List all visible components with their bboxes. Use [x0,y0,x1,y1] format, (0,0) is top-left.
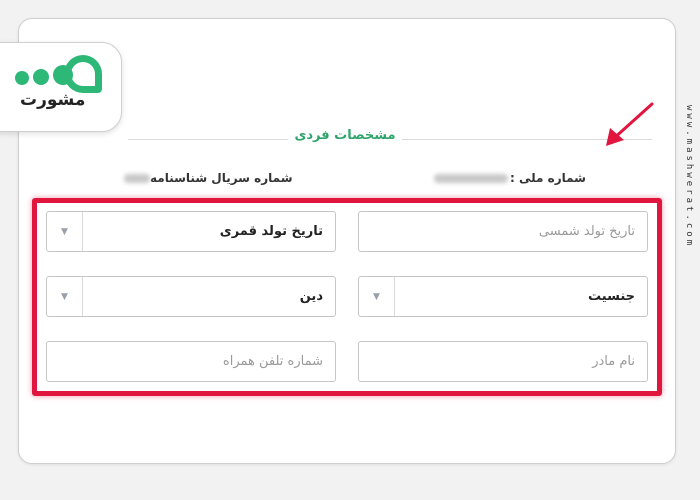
annotation-arrow-icon [606,102,654,146]
section-title: مشخصات فردی [294,128,396,143]
brand-name: مشورت [20,90,86,110]
birth-date-solar-field[interactable]: تاریخ تولد شمسی [358,211,648,252]
serial-label: شماره سریال شناسنامه [150,171,293,185]
mobile-number-placeholder: شماره تلفن همراه [222,354,323,369]
mobile-number-field[interactable]: شماره تلفن همراه [46,341,336,382]
mother-name-field[interactable]: نام مادر [358,341,648,382]
watermark: www.mashwerat.com [684,105,694,249]
chevron-down-icon[interactable]: ▼ [47,212,83,251]
logo-dot [15,71,29,85]
religion-select[interactable]: دین ▼ [46,276,336,317]
chevron-down-icon[interactable]: ▼ [359,277,395,316]
national-id-value-blurred [434,174,508,183]
logo-dot [33,69,49,85]
religion-value: دین [299,289,323,304]
birth-date-lunar-select[interactable]: تاریخ تولد قمری ▼ [46,211,336,252]
national-id-label: شماره ملی : [510,171,586,185]
divider [128,139,288,140]
birth-date-lunar-value: تاریخ تولد قمری [219,224,323,239]
birth-date-solar-placeholder: تاریخ تولد شمسی [538,224,635,239]
brand-logo [0,42,122,132]
gender-select[interactable]: جنسیت ▼ [358,276,648,317]
logo-ring [64,55,102,93]
gender-value: جنسیت [588,289,635,304]
mother-name-placeholder: نام مادر [592,354,635,369]
serial-value-blurred [124,174,150,183]
chevron-down-icon[interactable]: ▼ [47,277,83,316]
